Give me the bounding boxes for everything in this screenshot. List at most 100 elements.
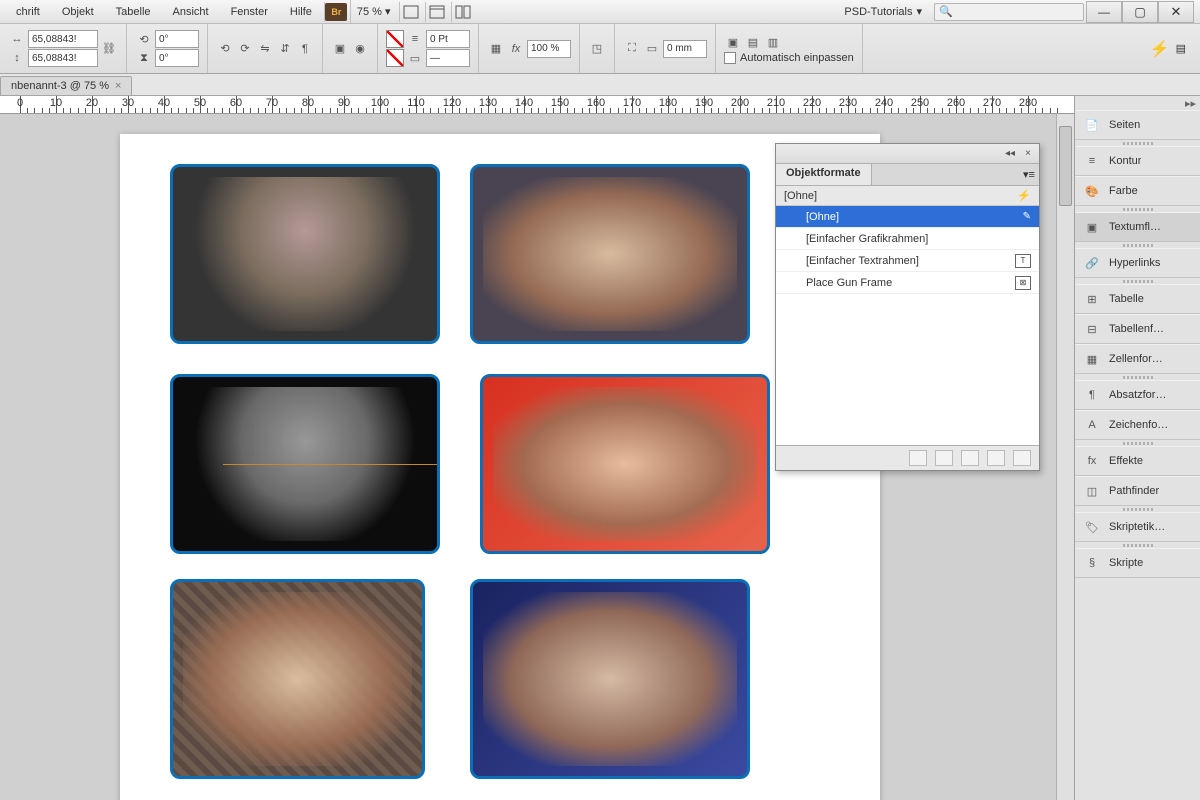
menu-item[interactable]: Hilfe [280, 4, 322, 20]
fit-frame-icon[interactable]: ▣ [724, 33, 742, 51]
style-row[interactable]: [Einfacher Grafikrahmen] [776, 228, 1039, 250]
dock-item[interactable]: 🔗Hyperlinks [1075, 248, 1200, 278]
lightning-icon[interactable]: ⚡ [1017, 189, 1031, 202]
dock-item[interactable]: 🎨Farbe [1075, 176, 1200, 206]
rotate-ccw-icon[interactable]: ⟲ [216, 40, 234, 58]
dock-item[interactable]: ▦Zellenfor… [1075, 344, 1200, 374]
close-button[interactable]: ✕ [1158, 1, 1194, 23]
dock-item[interactable]: ◫Pathfinder [1075, 476, 1200, 506]
shear-input[interactable]: 0° [155, 49, 199, 67]
dock-item[interactable]: ▣Textumfl… [1075, 212, 1200, 242]
style-row[interactable]: Place Gun Frame⊠ [776, 272, 1039, 294]
shear-icon: ⧗ [135, 49, 153, 67]
para-style-icon[interactable]: ¶ [296, 40, 314, 58]
fill-swatch[interactable] [386, 30, 404, 48]
rotate-input[interactable]: 0° [155, 30, 199, 48]
style-row[interactable]: [Einfacher Textrahmen]T [776, 250, 1039, 272]
wrap-none-icon[interactable]: ▦ [487, 40, 505, 58]
clear-override-button[interactable] [909, 450, 927, 466]
screenmode-button-2[interactable] [425, 2, 449, 22]
style-row[interactable]: [Ohne]✎ [776, 206, 1039, 228]
image-frame[interactable] [480, 374, 770, 554]
image-frame[interactable] [170, 164, 440, 344]
search-input[interactable]: 🔍 [934, 3, 1084, 21]
select-container-icon[interactable]: ▣ [331, 40, 349, 58]
stroke-swatch[interactable] [386, 49, 404, 67]
image-frame[interactable] [470, 164, 750, 344]
close-tab-icon[interactable]: × [115, 80, 121, 92]
ruler-label: 90 [338, 97, 350, 109]
menu-item[interactable]: Ansicht [163, 4, 219, 20]
dock-item[interactable]: ⊟Tabellenf… [1075, 314, 1200, 344]
rotate-cw-icon[interactable]: ⟳ [236, 40, 254, 58]
new-style-button[interactable] [987, 450, 1005, 466]
screenmode-button-1[interactable] [399, 2, 423, 22]
dock-item[interactable]: 📄Seiten [1075, 110, 1200, 140]
panel-titlebar[interactable]: ◂◂ × [776, 144, 1039, 164]
fill-frame-icon[interactable]: ▥ [764, 33, 782, 51]
dropdown-icon: ▾ [916, 5, 922, 18]
inset-input[interactable]: 0 mm [663, 40, 707, 58]
panel-collapse-icon[interactable]: ◂◂ [1003, 147, 1017, 161]
menu-item[interactable]: chrift [6, 4, 50, 20]
image-frame[interactable] [470, 579, 750, 779]
dropdown-icon: ▾ [385, 5, 391, 18]
dock-item[interactable]: ¶Absatzfor… [1075, 380, 1200, 410]
effects-icon[interactable]: fx [507, 40, 525, 58]
delete-style-button[interactable] [1013, 450, 1031, 466]
scrollbar-thumb[interactable] [1059, 126, 1072, 206]
workspace-switcher[interactable]: PSD-Tutorials▾ [834, 5, 932, 18]
panel-close-icon[interactable]: × [1021, 147, 1035, 161]
current-style-label: [Ohne] [784, 190, 817, 202]
page [120, 134, 880, 800]
image-frame[interactable] [170, 374, 440, 554]
object-styles-panel[interactable]: ◂◂ × Objektformate ▾≡ [Ohne] ⚡ [Ohne]✎[E… [775, 143, 1040, 471]
clear-attrs-button[interactable] [935, 450, 953, 466]
fit-prop-icon[interactable]: ▤ [744, 33, 762, 51]
zoom-select[interactable]: 75 %▾ [350, 0, 397, 23]
select-content-icon[interactable]: ◉ [351, 40, 369, 58]
dock-item[interactable]: 🏷Skriptetik… [1075, 512, 1200, 542]
corner-icon[interactable]: ◳ [588, 40, 606, 58]
link-icon[interactable]: ⛓ [100, 40, 118, 58]
dock-item-label: Tabelle [1109, 293, 1144, 305]
stroke-weight-input[interactable]: 0 Pt [426, 30, 470, 48]
dock-item-label: Effekte [1109, 455, 1143, 467]
dock-item[interactable]: ≡Kontur [1075, 146, 1200, 176]
arrange-button[interactable] [451, 2, 475, 22]
dock-item[interactable]: AZeichenfo… [1075, 410, 1200, 440]
stroke-style-select[interactable]: — [426, 49, 470, 67]
fit-content-icon[interactable]: ⛶ [623, 40, 641, 58]
autofit-checkbox[interactable] [724, 52, 736, 64]
dock-item[interactable]: ⊞Tabelle [1075, 284, 1200, 314]
wrap-icon: ▣ [1083, 219, 1101, 235]
dock-item[interactable]: fx Effekte [1075, 446, 1200, 476]
style-type-icon: T [1015, 254, 1031, 268]
dock-collapse-icon[interactable]: ▸▸ [1075, 96, 1200, 110]
menu-item[interactable]: Objekt [52, 4, 104, 20]
minimize-button[interactable]: — [1086, 1, 1122, 23]
panel-current-style[interactable]: [Ohne] ⚡ [776, 186, 1039, 206]
y-input[interactable]: 65,08843! [28, 49, 98, 67]
dock-item[interactable]: §Skripte [1075, 548, 1200, 578]
opacity-input[interactable]: 100 % [527, 40, 571, 58]
ruler-label: 0 [17, 97, 23, 109]
pencil-icon: ✎ [1023, 211, 1031, 222]
maximize-button[interactable]: ▢ [1122, 1, 1158, 23]
x-input[interactable]: 65,08843! [28, 30, 98, 48]
image-frame[interactable] [170, 579, 425, 779]
menu-item[interactable]: Fenster [221, 4, 278, 20]
panel-menu-icon[interactable]: ▾≡ [1019, 164, 1039, 185]
tablef-icon: ⊟ [1083, 321, 1101, 337]
document-tab[interactable]: nbenannt-3 @ 75 %× [0, 76, 132, 95]
quick-apply-icon[interactable]: ⚡▤ [1136, 24, 1200, 73]
fx-icon: fx [1083, 453, 1101, 469]
new-group-button[interactable] [961, 450, 979, 466]
dock-item-label: Pathfinder [1109, 485, 1159, 497]
panel-tab[interactable]: Objektformate [776, 164, 872, 185]
menu-item[interactable]: Tabelle [106, 4, 161, 20]
flip-h-icon[interactable]: ⇋ [256, 40, 274, 58]
vertical-scrollbar[interactable] [1056, 114, 1074, 800]
flip-v-icon[interactable]: ⇵ [276, 40, 294, 58]
bridge-button[interactable]: Br [324, 2, 348, 22]
